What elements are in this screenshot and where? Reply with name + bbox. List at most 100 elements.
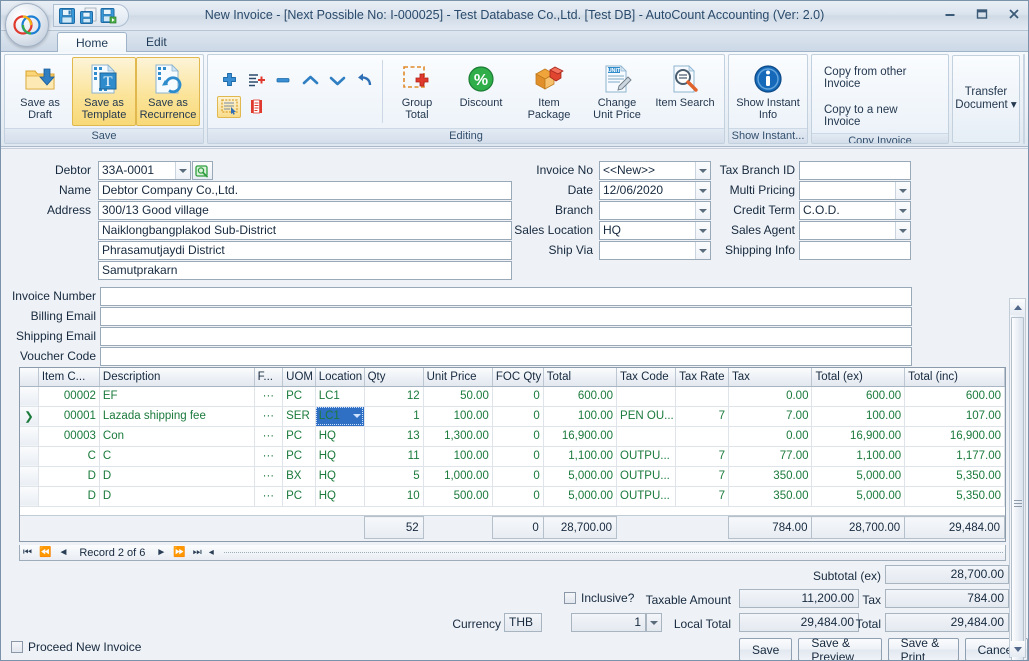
- chevron-down-icon[interactable]: [695, 162, 710, 179]
- cell-foc_qty[interactable]: 0: [492, 446, 543, 466]
- row-selector[interactable]: [20, 446, 38, 466]
- row-selector[interactable]: ❯: [20, 406, 38, 426]
- scroll-up-arrow-icon[interactable]: [1010, 299, 1025, 315]
- row-detail-button[interactable]: [244, 96, 268, 118]
- chevron-down-icon[interactable]: [695, 182, 710, 199]
- cell-unit_price[interactable]: 100.00: [423, 446, 492, 466]
- cell-tax_rate[interactable]: [676, 426, 729, 446]
- cell-tax_rate[interactable]: 7: [676, 466, 729, 486]
- cell-tax_code[interactable]: OUTPU...: [617, 466, 676, 486]
- shipping-email-input[interactable]: [100, 327, 912, 346]
- add-row-button[interactable]: [217, 70, 241, 92]
- multi-pricing-input[interactable]: [799, 181, 911, 200]
- column-header-total[interactable]: Total: [543, 368, 616, 386]
- column-header-f[interactable]: F...: [254, 368, 283, 386]
- move-up-button[interactable]: [298, 70, 322, 92]
- chevron-down-icon[interactable]: [895, 222, 910, 239]
- cell-foc_qty[interactable]: 0: [492, 426, 543, 446]
- move-down-button[interactable]: [325, 70, 349, 92]
- column-header-tax_code[interactable]: Tax Code: [617, 368, 676, 386]
- save-and-preview-button[interactable]: Save & Preview: [798, 638, 881, 661]
- cell-location-selected[interactable]: LC1: [315, 406, 364, 426]
- copy-to-new-invoice-button[interactable]: Copy to a new Invoice: [821, 101, 939, 131]
- cell-location[interactable]: HQ: [315, 466, 364, 486]
- column-header-qty[interactable]: Qty: [364, 368, 423, 386]
- vertical-scrollbar[interactable]: [1009, 298, 1026, 658]
- cell-uom[interactable]: BX: [283, 466, 316, 486]
- save-as-recurrence-button[interactable]: Save as Recurrence: [136, 57, 200, 126]
- maximize-button[interactable]: [972, 5, 992, 23]
- cell-qty[interactable]: 11: [364, 446, 423, 466]
- column-header-item_code[interactable]: Item C...: [38, 368, 99, 386]
- cell-item_code[interactable]: 00001: [38, 406, 99, 426]
- address-line-1-input[interactable]: 300/13 Good village: [98, 201, 512, 220]
- insert-row-button[interactable]: [244, 70, 268, 92]
- table-row[interactable]: CC···PCHQ11100.0001,100.00OUTPU...777.00…: [20, 446, 1005, 466]
- cell-tax_rate[interactable]: [676, 386, 729, 406]
- show-instant-info-button[interactable]: Show Instant Info: [732, 57, 804, 126]
- credit-term-input[interactable]: C.O.D.: [799, 201, 911, 220]
- cell-uom[interactable]: PC: [283, 426, 316, 446]
- cell-location[interactable]: LC1: [315, 386, 364, 406]
- close-button[interactable]: [1004, 5, 1024, 23]
- table-row[interactable]: DD···BXHQ51,000.0005,000.00OUTPU...7350.…: [20, 466, 1005, 486]
- tax-branch-id-input[interactable]: [799, 161, 911, 180]
- tab-edit[interactable]: Edit: [127, 31, 186, 51]
- cell-uom[interactable]: SER: [283, 406, 316, 426]
- cell-tax[interactable]: 350.00: [729, 466, 812, 486]
- change-unit-price-button[interactable]: UNIT Change Unit Price: [585, 57, 649, 126]
- cell-total[interactable]: 5,000.00: [543, 486, 616, 506]
- cell-location[interactable]: HQ: [315, 426, 364, 446]
- cell-total[interactable]: 600.00: [543, 386, 616, 406]
- save-as-draft-button[interactable]: Save as Draft: [8, 57, 72, 126]
- currency-value[interactable]: THB: [504, 613, 542, 632]
- address-line-4-input[interactable]: Samutprakarn: [98, 261, 512, 280]
- name-input[interactable]: Debtor Company Co.,Ltd.: [98, 181, 512, 200]
- group-total-button[interactable]: Group Total: [385, 57, 449, 126]
- cell-item_code[interactable]: C: [38, 446, 99, 466]
- cell-description[interactable]: D: [99, 486, 254, 506]
- cell-foc_qty[interactable]: 0: [492, 486, 543, 506]
- table-row[interactable]: 00002EF···PCLC11250.000600.000.00600.006…: [20, 386, 1005, 406]
- cell-qty[interactable]: 1: [364, 406, 423, 426]
- nav-last-button[interactable]: ⏭: [192, 548, 203, 558]
- cell-unit_price[interactable]: 50.00: [423, 386, 492, 406]
- column-header-foc_qty[interactable]: FOC Qty: [492, 368, 543, 386]
- save-as-template-button[interactable]: T Save as Template: [72, 57, 136, 126]
- cell-tax[interactable]: 7.00: [729, 406, 812, 426]
- billing-email-input[interactable]: [100, 307, 912, 326]
- scrollbar-thumb[interactable]: [1011, 317, 1024, 661]
- transfer-document-button[interactable]: Transfer Document ▾: [952, 55, 1020, 143]
- address-line-3-input[interactable]: Phrasamutjaydi District: [98, 241, 512, 260]
- cell-uom[interactable]: PC: [283, 446, 316, 466]
- cell-description[interactable]: Con: [99, 426, 254, 446]
- application-menu-button[interactable]: [5, 3, 49, 47]
- cell-item_code[interactable]: D: [38, 466, 99, 486]
- address-line-2-input[interactable]: Naiklongbangplakod Sub-District: [98, 221, 512, 240]
- invoice-number-input[interactable]: [100, 287, 912, 306]
- cell-tax_rate[interactable]: 7: [676, 486, 729, 506]
- cell-total[interactable]: 5,000.00: [543, 466, 616, 486]
- cell-f[interactable]: ···: [254, 386, 283, 406]
- table-row[interactable]: DD···PCHQ10500.0005,000.00OUTPU...7350.0…: [20, 486, 1005, 506]
- sales-agent-input[interactable]: [799, 221, 911, 240]
- chevron-down-icon[interactable]: [895, 182, 910, 199]
- cell-tax[interactable]: 0.00: [729, 386, 812, 406]
- item-package-button[interactable]: Item Package: [513, 57, 585, 126]
- date-input[interactable]: 12/06/2020: [599, 181, 711, 200]
- cell-tax[interactable]: 77.00: [729, 446, 812, 466]
- save-icon[interactable]: [58, 7, 76, 25]
- cell-f[interactable]: ···: [254, 446, 283, 466]
- row-selector[interactable]: [20, 486, 38, 506]
- cell-uom[interactable]: PC: [283, 486, 316, 506]
- sales-location-input[interactable]: HQ: [599, 221, 711, 240]
- column-header-unit_price[interactable]: Unit Price: [423, 368, 492, 386]
- column-header-uom[interactable]: UOM: [283, 368, 316, 386]
- ship-via-input[interactable]: [599, 241, 711, 260]
- voucher-code-input[interactable]: [100, 347, 912, 366]
- cell-f[interactable]: ···: [254, 486, 283, 506]
- cell-total_inc[interactable]: 16,900.00: [905, 426, 1005, 446]
- cell-location[interactable]: HQ: [315, 486, 364, 506]
- row-selector[interactable]: [20, 426, 38, 446]
- table-row[interactable]: ❯00001Lazada shipping fee···SERLC11100.0…: [20, 406, 1005, 426]
